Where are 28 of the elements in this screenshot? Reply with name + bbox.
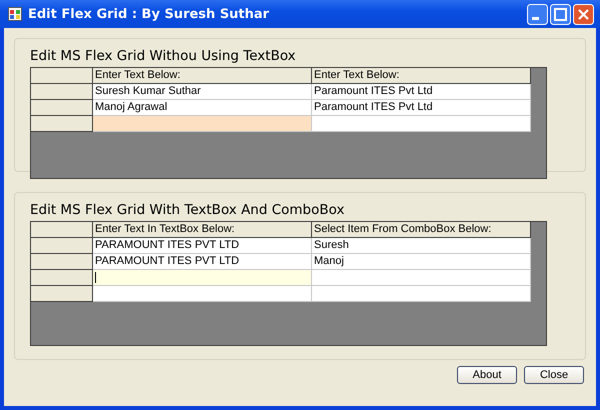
close-icon[interactable] bbox=[573, 4, 594, 24]
table-cell[interactable] bbox=[93, 270, 312, 286]
column-header: Select Item From ComboBox Below: bbox=[312, 222, 531, 238]
table-cell[interactable] bbox=[93, 116, 312, 132]
group-title: Edit MS Flex Grid Withou Using TextBox bbox=[30, 47, 297, 66]
table-cell[interactable]: Suresh bbox=[312, 238, 531, 254]
table-cell[interactable]: Paramount ITES Pvt Ltd bbox=[312, 100, 531, 116]
table-cell[interactable]: Manoj bbox=[312, 254, 531, 270]
table-cell[interactable] bbox=[93, 286, 312, 302]
dialog-button[interactable]: Close bbox=[524, 366, 584, 384]
minimize-icon[interactable] bbox=[527, 4, 548, 24]
table-cell[interactable] bbox=[312, 286, 531, 302]
maximize-icon[interactable] bbox=[550, 4, 571, 24]
window-title: Edit Flex Grid : By Suresh Suthar bbox=[28, 6, 270, 22]
dialog-button[interactable]: About bbox=[457, 366, 517, 384]
table-cell[interactable]: PARAMOUNT ITES PVT LTD bbox=[93, 238, 312, 254]
app-icon bbox=[8, 7, 22, 21]
column-header: Enter Text Below: bbox=[312, 68, 531, 84]
table-cell[interactable]: Suresh Kumar Suthar bbox=[93, 84, 312, 100]
table-cell[interactable] bbox=[312, 116, 531, 132]
table-cell[interactable]: PARAMOUNT ITES PVT LTD bbox=[93, 254, 312, 270]
column-header: Enter Text In TextBox Below: bbox=[93, 222, 312, 238]
text-caret bbox=[95, 272, 96, 283]
table-cell[interactable]: Manoj Agrawal bbox=[93, 100, 312, 116]
column-header: Enter Text Below: bbox=[93, 68, 312, 84]
table-cell[interactable]: Paramount ITES Pvt Ltd bbox=[312, 84, 531, 100]
group-title: Edit MS Flex Grid With TextBox And ComboBox bbox=[30, 201, 346, 220]
table-cell[interactable] bbox=[312, 270, 531, 286]
